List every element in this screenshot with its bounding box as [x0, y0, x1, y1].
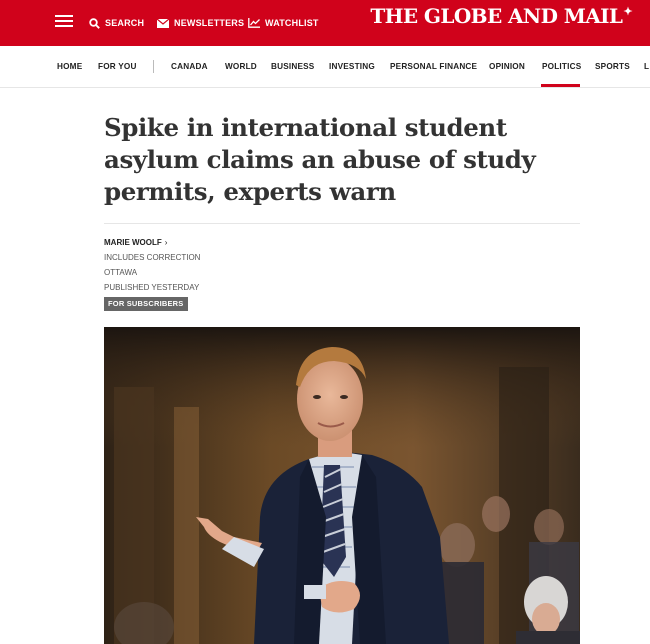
dateline: OTTAWA	[104, 268, 138, 277]
nav-politics[interactable]: POLITICS	[542, 62, 581, 71]
nav-active-indicator	[541, 84, 580, 87]
newsletters-label: NEWSLETTERS	[174, 18, 245, 28]
nav-world[interactable]: WORLD	[225, 62, 257, 71]
watchlist-button[interactable]: WATCHLIST	[248, 0, 319, 46]
watchlist-label: WATCHLIST	[265, 18, 319, 28]
nav-business[interactable]: BUSINESS	[271, 62, 314, 71]
top-bar: SEARCH NEWSLETTERS WATCHLIST THE GLOBE A…	[0, 0, 650, 46]
nav-home[interactable]: HOME	[57, 62, 82, 71]
article-photo[interactable]	[104, 327, 580, 644]
nav-investing[interactable]: INVESTING	[329, 62, 375, 71]
nav-canada[interactable]: CANADA	[171, 62, 208, 71]
maple-leaf-icon: ✦	[623, 5, 632, 18]
photo-illustration	[104, 327, 580, 644]
envelope-icon	[157, 18, 169, 28]
nav-opinion[interactable]: OPINION	[489, 62, 525, 71]
author-name: MARIE WOOLF	[104, 238, 162, 247]
article-headline: Spike in international student asylum cl…	[104, 113, 536, 206]
nav-for-you[interactable]: FOR YOU	[98, 62, 137, 71]
subscriber-badge: FOR SUBSCRIBERS	[104, 297, 188, 311]
hamburger-menu-icon[interactable]	[55, 12, 73, 30]
newsletters-button[interactable]: NEWSLETTERS	[157, 0, 244, 46]
nav-personal-finance[interactable]: PERSONAL FINANCE	[390, 62, 477, 71]
search-button[interactable]: SEARCH	[89, 0, 144, 46]
chevron-right-icon: ›	[164, 238, 168, 247]
brand-logo[interactable]: THE GLOBE AND MAIL✦	[370, 4, 632, 28]
nav-sports[interactable]: SPORTS	[595, 62, 630, 71]
published-date: PUBLISHED YESTERDAY	[104, 283, 200, 292]
correction-note: INCLUDES CORRECTION	[104, 253, 201, 262]
section-nav: HOME FOR YOU CANADA WORLD BUSINESS INVES…	[0, 46, 650, 88]
search-icon	[89, 17, 100, 29]
nav-divider	[153, 60, 154, 73]
chart-trend-icon	[248, 18, 260, 28]
author-link[interactable]: MARIE WOOLF ›	[104, 238, 167, 247]
search-label: SEARCH	[105, 18, 145, 28]
nav-overflow-item[interactable]: L	[644, 62, 649, 71]
headline-divider	[104, 223, 580, 224]
